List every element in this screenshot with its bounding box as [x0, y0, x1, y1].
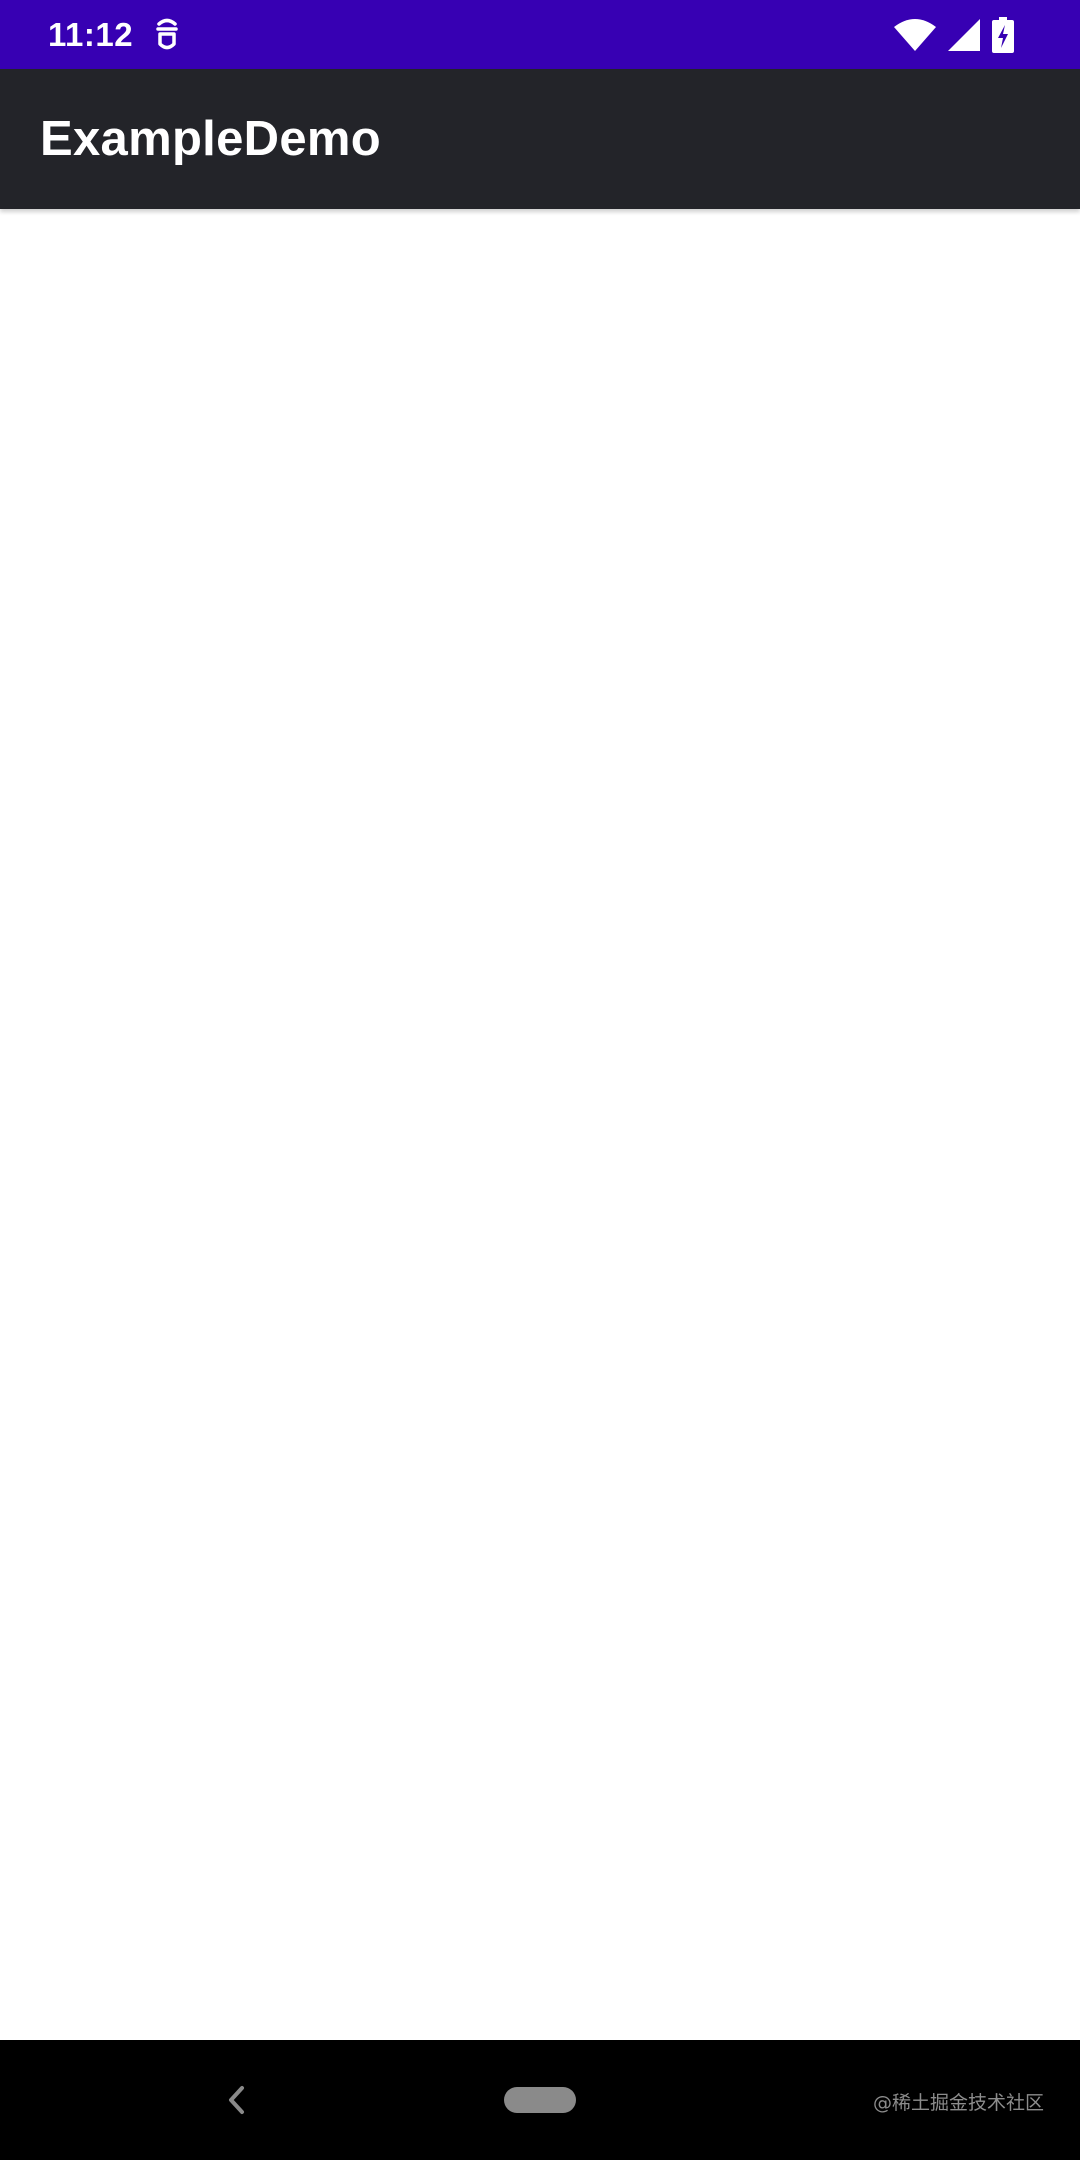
status-left-group: 11:12 — [48, 16, 181, 54]
wifi-icon — [894, 18, 936, 51]
cell-signal-icon — [948, 18, 980, 51]
watermark-text: @稀土掘金技术社区 — [872, 2092, 1044, 2114]
navigation-bar: @稀土掘金技术社区 — [0, 2040, 1080, 2160]
app-bar: ExampleDemo — [0, 69, 1080, 209]
status-bar: 11:12 — [0, 0, 1080, 69]
phone-screen: 11:12 ExampleDemo @稀土掘金技术社区 — [0, 0, 1080, 2160]
sync-dev-icon — [156, 18, 178, 49]
main-content — [0, 209, 1080, 2040]
app-title: ExampleDemo — [40, 112, 381, 166]
status-time: 11:12 — [48, 15, 134, 53]
battery-charging-icon — [992, 16, 1014, 53]
back-chevron-icon[interactable] — [224, 2082, 248, 2118]
home-pill-icon[interactable] — [504, 2087, 576, 2113]
status-right-group — [894, 16, 1014, 53]
